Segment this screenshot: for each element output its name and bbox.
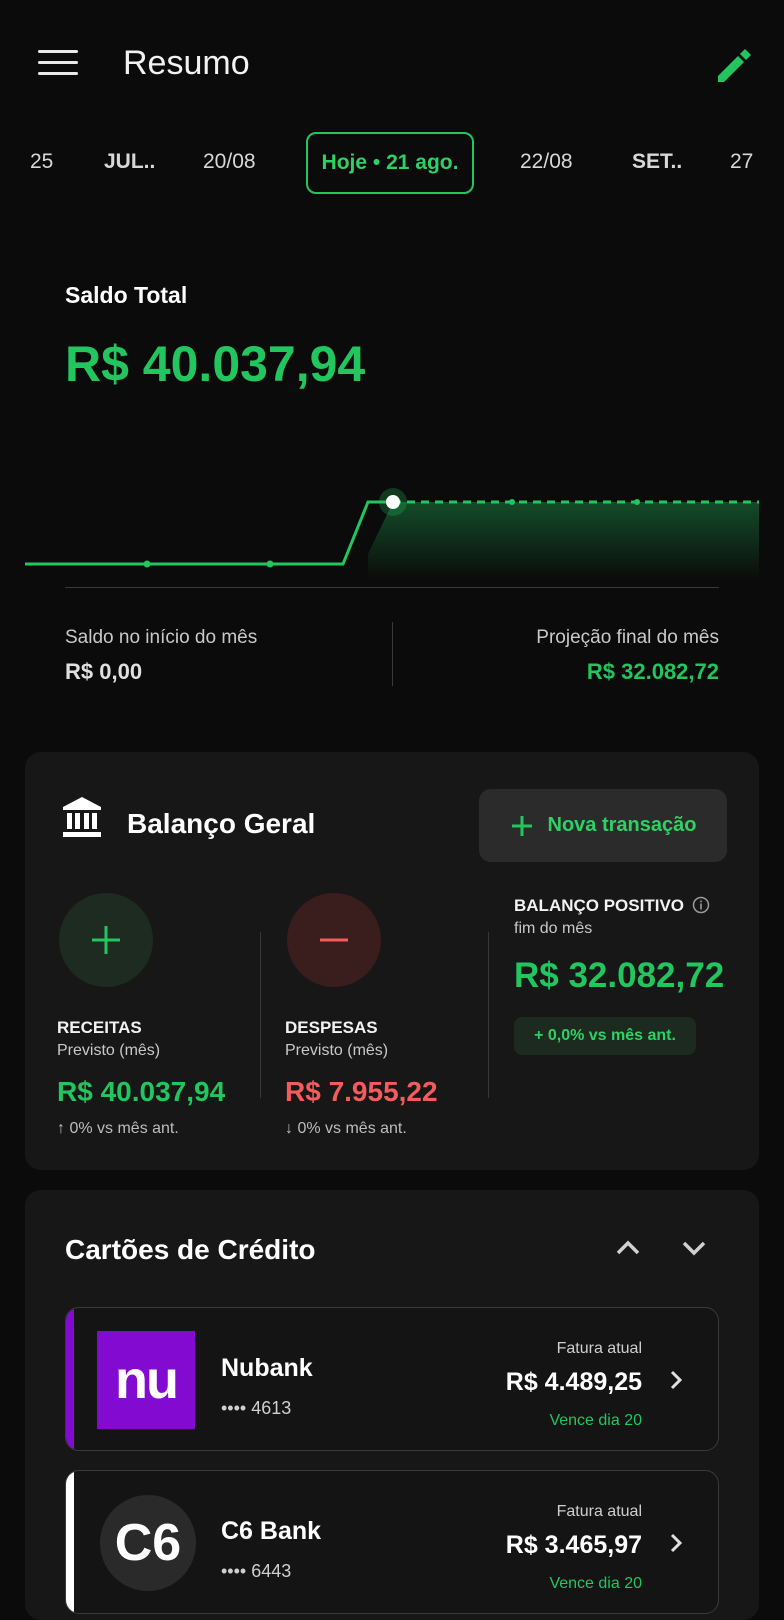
chart-point [509, 499, 515, 505]
chart-today-point [386, 495, 400, 509]
chevron-right-icon [670, 1370, 683, 1390]
receitas-button[interactable] [59, 893, 153, 987]
date-item[interactable]: 25 [30, 150, 53, 174]
date-item[interactable]: 27 [730, 150, 753, 174]
balanco-positivo-value: R$ 32.082,72 [514, 956, 725, 995]
date-today[interactable]: Hoje • 21 ago. [306, 132, 474, 194]
chart-point [266, 560, 274, 568]
chevron-down-icon[interactable] [674, 1228, 714, 1268]
nova-transacao-button[interactable]: Nova transação [479, 789, 727, 862]
balanco-positivo-badge: + 0,0% vs mês ant. [514, 1017, 696, 1055]
pencil-icon [718, 49, 751, 82]
despesas-sub: Previsto (mês) [285, 1042, 389, 1059]
divider [392, 622, 393, 686]
balanco-title: Balanço Geral [127, 808, 316, 839]
divider [488, 932, 489, 1098]
card-name: C6 Bank [221, 1517, 322, 1545]
saldo-total-value: R$ 40.037,94 [65, 336, 366, 392]
edit-button[interactable] [712, 44, 756, 88]
despesas-button[interactable] [287, 893, 381, 987]
fatura-label: Fatura atual [556, 1503, 642, 1520]
card-number: •••• 6443 [221, 1561, 292, 1581]
chart-line-actual [25, 500, 393, 566]
projecao-value: R$ 32.082,72 [586, 659, 719, 684]
nova-transacao-label: Nova transação [547, 814, 697, 836]
chevron-right-icon [670, 1533, 683, 1553]
saldo-inicio-label: Saldo no início do mês [65, 627, 258, 648]
balanco-positivo-label: BALANÇO POSITIVO [514, 896, 685, 915]
divider [260, 932, 261, 1098]
vencimento: Vence dia 20 [549, 1575, 642, 1592]
despesas-trend: ↓ 0% vs mês ant. [285, 1120, 407, 1137]
despesas-value: R$ 7.955,22 [285, 1076, 438, 1107]
card-name: Nubank [221, 1354, 313, 1382]
fatura-label: Fatura atual [556, 1340, 642, 1357]
nubank-logo: nu [97, 1331, 195, 1429]
fatura-value: R$ 3.465,97 [505, 1531, 642, 1559]
date-item[interactable]: 20/08 [203, 150, 256, 174]
divider [65, 587, 719, 588]
vencimento: Vence dia 20 [549, 1412, 642, 1429]
date-item-month[interactable]: SET.. [632, 150, 682, 174]
balance-chart [25, 488, 759, 580]
chart-area [368, 502, 759, 580]
date-item[interactable]: 22/08 [520, 150, 573, 174]
projecao-label: Projeção final do mês [536, 627, 719, 648]
fatura-value: R$ 4.489,25 [505, 1368, 642, 1396]
credit-card-row-c6[interactable]: C6 C6 Bank •••• 6443 Fatura atual R$ 3.4… [65, 1470, 719, 1614]
menu-icon [38, 50, 78, 53]
saldo-inicio-value: R$ 0,00 [65, 659, 143, 684]
card-accent [66, 1308, 74, 1450]
card-accent [66, 1471, 74, 1613]
receitas-value: R$ 40.037,94 [57, 1076, 226, 1107]
cartoes-title: Cartões de Crédito [65, 1234, 316, 1265]
date-item-month[interactable]: JUL.. [104, 150, 155, 174]
info-icon[interactable] [692, 896, 710, 914]
minus-icon [320, 938, 348, 942]
credit-card-row-nubank[interactable]: nu Nubank •••• 4613 Fatura atual R$ 4.48… [65, 1307, 719, 1451]
chart-point [143, 560, 151, 568]
plus-icon [511, 815, 532, 836]
chevron-up-icon[interactable] [608, 1228, 648, 1268]
receitas-label: RECEITAS [57, 1018, 142, 1037]
menu-button[interactable] [38, 50, 78, 82]
plus-icon [92, 926, 120, 954]
bank-icon [63, 797, 101, 837]
card-number: •••• 4613 [221, 1398, 292, 1418]
chart-point [634, 499, 640, 505]
despesas-label: DESPESAS [285, 1018, 378, 1037]
receitas-sub: Previsto (mês) [57, 1042, 161, 1059]
saldo-total-label: Saldo Total [65, 282, 188, 308]
page-title: Resumo [123, 44, 250, 82]
receitas-trend: ↑ 0% vs mês ant. [57, 1120, 179, 1137]
balanco-positivo-sub: fim do mês [514, 920, 593, 937]
c6-logo: C6 [100, 1495, 196, 1591]
